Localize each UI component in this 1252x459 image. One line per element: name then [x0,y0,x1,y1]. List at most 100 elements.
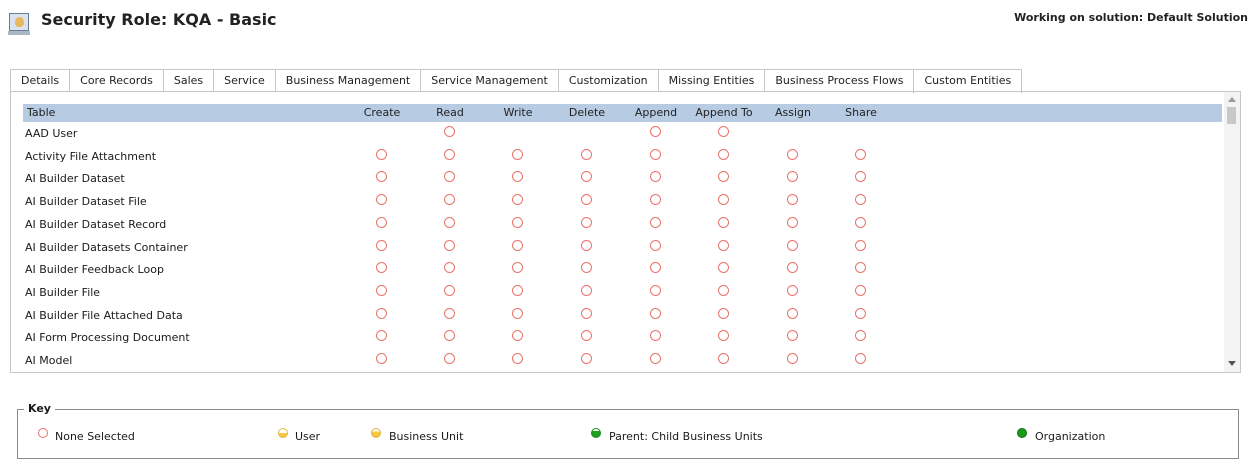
privilege-none-selected-icon[interactable] [512,194,523,206]
privilege-none-selected-icon[interactable] [376,171,387,183]
privilege-none-selected-icon[interactable] [718,148,729,160]
privilege-none-selected-icon[interactable] [512,284,523,296]
privilege-none-selected-icon[interactable] [376,330,387,342]
tab-business-management[interactable]: Business Management [274,69,422,92]
privilege-none-selected-icon[interactable] [581,148,592,160]
scroll-thumb[interactable] [1227,107,1236,124]
privilege-none-selected-icon[interactable] [718,353,729,364]
privilege-none-selected-icon[interactable] [512,330,523,342]
privilege-none-selected-icon[interactable] [581,353,592,364]
privilege-none-selected-icon[interactable] [512,148,523,160]
privilege-none-selected-icon[interactable] [718,239,729,251]
privilege-none-selected-icon[interactable] [376,194,387,206]
privilege-none-selected-icon[interactable] [718,284,729,296]
privilege-none-selected-icon[interactable] [855,353,866,364]
privilege-none-selected-icon[interactable] [444,126,455,137]
privilege-none-selected-icon[interactable] [855,148,866,160]
privilege-none-selected-icon[interactable] [855,307,866,319]
privilege-none-selected-icon[interactable] [581,262,592,274]
privilege-none-selected-icon[interactable] [855,284,866,296]
privilege-none-selected-icon[interactable] [787,239,798,251]
tab-customization[interactable]: Customization [557,69,659,92]
privilege-none-selected-icon[interactable] [650,148,661,160]
privilege-none-selected-icon[interactable] [650,307,661,319]
privilege-none-selected-icon[interactable] [787,353,798,364]
privilege-none-selected-icon[interactable] [512,171,523,183]
table-name: AI Builder Dataset File [25,195,147,209]
privilege-none-selected-icon[interactable] [376,148,387,160]
privilege-none-selected-icon[interactable] [512,216,523,228]
privilege-none-selected-icon[interactable] [650,194,661,206]
privilege-none-selected-icon[interactable] [512,307,523,319]
privilege-none-selected-icon[interactable] [650,239,661,251]
privilege-none-selected-icon[interactable] [718,307,729,319]
privilege-none-selected-icon[interactable] [718,330,729,342]
privilege-none-selected-icon[interactable] [650,262,661,274]
privilege-none-selected-icon[interactable] [650,284,661,296]
privilege-none-selected-icon[interactable] [650,171,661,183]
privilege-none-selected-icon[interactable] [512,239,523,251]
privilege-none-selected-icon[interactable] [581,194,592,206]
privilege-none-selected-icon[interactable] [787,307,798,319]
tab-service[interactable]: Service [213,69,276,92]
privilege-none-selected-icon[interactable] [376,284,387,296]
privilege-none-selected-icon[interactable] [718,126,729,137]
privilege-none-selected-icon[interactable] [444,284,455,296]
privilege-none-selected-icon[interactable] [581,216,592,228]
column-header-append: Append [634,106,678,119]
privilege-none-selected-icon[interactable] [787,171,798,183]
privilege-none-selected-icon[interactable] [376,353,387,364]
privilege-none-selected-icon[interactable] [718,194,729,206]
privilege-none-selected-icon[interactable] [444,307,455,319]
privilege-none-selected-icon[interactable] [444,353,455,364]
privilege-none-selected-icon[interactable] [855,216,866,228]
privilege-none-selected-icon[interactable] [718,262,729,274]
privilege-none-selected-icon[interactable] [718,171,729,183]
privilege-none-selected-icon[interactable] [444,148,455,160]
privilege-none-selected-icon[interactable] [444,330,455,342]
privilege-none-selected-icon[interactable] [512,353,523,364]
tab-core-records[interactable]: Core Records [69,69,164,92]
privilege-none-selected-icon[interactable] [855,171,866,183]
privilege-none-selected-icon[interactable] [581,239,592,251]
privilege-none-selected-icon[interactable] [787,194,798,206]
privilege-none-selected-icon[interactable] [650,126,661,137]
privilege-none-selected-icon[interactable] [855,194,866,206]
privilege-none-selected-icon[interactable] [376,239,387,251]
privilege-none-selected-icon[interactable] [444,239,455,251]
scroll-up-icon[interactable] [1228,97,1236,102]
privilege-none-selected-icon[interactable] [444,262,455,274]
privilege-none-selected-icon[interactable] [855,239,866,251]
privilege-none-selected-icon[interactable] [581,171,592,183]
privilege-none-selected-icon[interactable] [444,216,455,228]
privilege-none-selected-icon[interactable] [512,262,523,274]
privilege-none-selected-icon[interactable] [650,216,661,228]
privilege-none-selected-icon[interactable] [855,330,866,342]
privilege-none-selected-icon[interactable] [787,216,798,228]
privilege-none-selected-icon[interactable] [444,194,455,206]
privilege-none-selected-icon[interactable] [787,262,798,274]
vertical-scrollbar[interactable] [1224,92,1240,372]
privilege-none-selected-icon[interactable] [650,330,661,342]
tab-missing-entities[interactable]: Missing Entities [657,69,766,92]
privilege-none-selected-icon[interactable] [787,284,798,296]
privilege-none-selected-icon[interactable] [376,307,387,319]
privilege-none-selected-icon[interactable] [650,353,661,364]
tab-business-process-flows[interactable]: Business Process Flows [764,69,915,92]
privilege-none-selected-icon[interactable] [581,330,592,342]
privilege-none-selected-icon[interactable] [581,307,592,319]
privilege-none-selected-icon[interactable] [376,262,387,274]
privilege-none-selected-icon[interactable] [376,216,387,228]
privilege-none-selected-icon[interactable] [787,148,798,160]
tab-sales[interactable]: Sales [162,69,215,92]
scroll-down-icon[interactable] [1228,361,1236,366]
privilege-none-selected-icon[interactable] [444,171,455,183]
key-label: Organization [1035,430,1106,443]
privilege-none-selected-icon[interactable] [787,330,798,342]
privilege-none-selected-icon[interactable] [855,262,866,274]
tab-service-management[interactable]: Service Management [420,69,559,92]
privilege-none-selected-icon[interactable] [718,216,729,228]
tab-details[interactable]: Details [10,69,71,92]
privilege-none-selected-icon[interactable] [581,284,592,296]
column-header-delete: Delete [568,106,606,119]
